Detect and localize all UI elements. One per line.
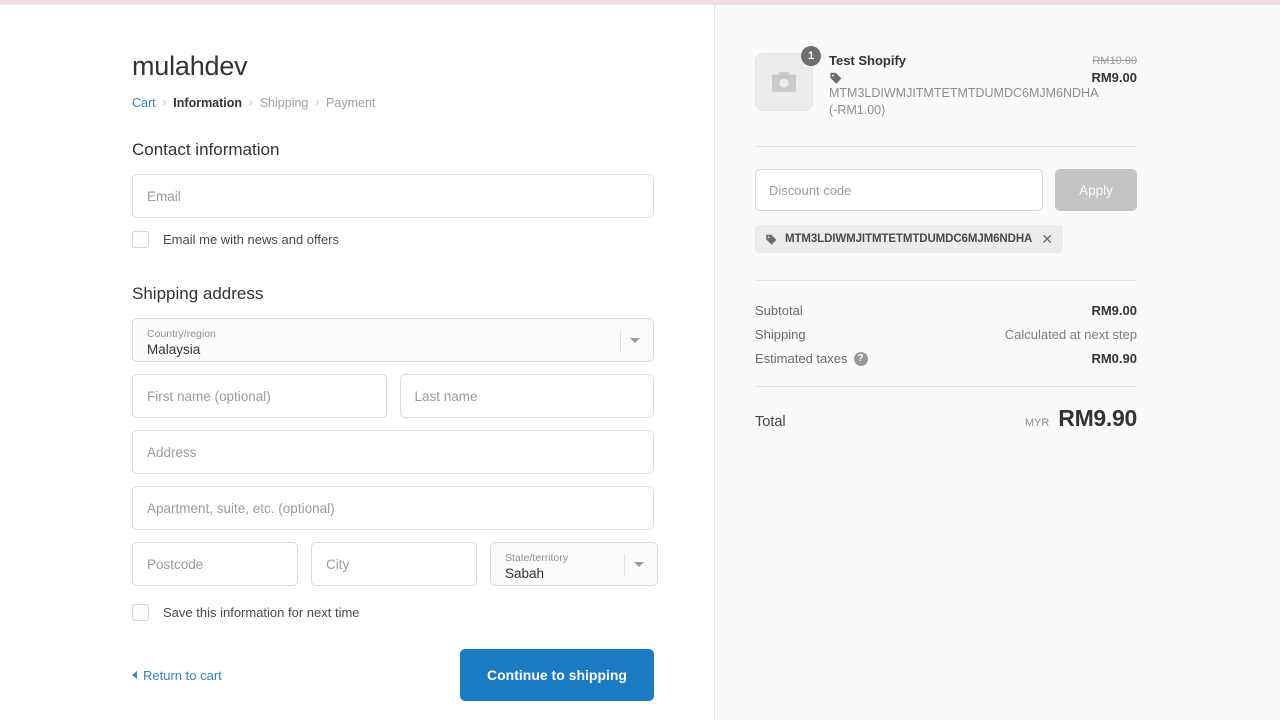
- line-item: 1 Test Shopify MTM3LDIWMJITMTETMTDUMDC6M…: [755, 46, 1137, 119]
- shop-name: mulahdev: [132, 51, 248, 81]
- country-select-label: Country/region: [147, 327, 216, 340]
- taxes-label: Estimated taxes: [755, 351, 848, 366]
- remove-discount-icon[interactable]: ✕: [1041, 232, 1053, 246]
- chevron-right-icon: ›: [162, 96, 167, 109]
- discount-code-placeholder: Discount code: [769, 182, 852, 198]
- state-select-value: Sabah: [505, 565, 545, 581]
- total-label: Total: [755, 414, 786, 430]
- save-info-checkbox[interactable]: [132, 604, 149, 621]
- first-name-field[interactable]: First name (optional): [132, 374, 387, 418]
- country-select[interactable]: Country/region Malaysia: [132, 318, 654, 362]
- taxes-label-wrap: Estimated taxes ?: [755, 351, 868, 366]
- shipping-address-heading: Shipping address: [132, 284, 264, 303]
- apply-discount-button[interactable]: Apply: [1055, 169, 1137, 211]
- country-select-value: Malaysia: [147, 341, 201, 357]
- address-placeholder: Address: [147, 444, 197, 460]
- address-field[interactable]: Address: [132, 430, 654, 474]
- breadcrumb-shipping: Shipping: [259, 96, 309, 110]
- last-name-placeholder: Last name: [414, 388, 478, 404]
- contact-information-heading: Contact information: [132, 140, 280, 159]
- return-to-cart-link[interactable]: Return to cart: [132, 668, 222, 683]
- applied-discount-code: MTM3LDIWMJITMTETMTDUMDC6MJM6NDHA: [785, 233, 1033, 245]
- newsletter-label: Email me with news and offers: [163, 232, 340, 247]
- quantity-badge: 1: [801, 46, 821, 66]
- camera-icon: [772, 72, 796, 92]
- apartment-field[interactable]: Apartment, suite, etc. (optional): [132, 486, 654, 530]
- select-divider: [624, 554, 625, 576]
- line-item-prices: RM10.00 RM9.00: [1081, 53, 1137, 87]
- address-row: Address: [132, 430, 654, 474]
- email-field[interactable]: Email: [132, 174, 654, 218]
- product-variant-discount: MTM3LDIWMJITMTETMTDUMDC6MJM6NDHA (-RM1.0…: [829, 86, 1098, 117]
- product-title: Test Shopify: [829, 53, 907, 68]
- currency-code: MYR: [1024, 417, 1050, 429]
- subtotal-value: RM9.00: [1091, 303, 1137, 318]
- total-amount-wrap: MYR RM9.90: [1025, 405, 1137, 432]
- breadcrumb-information[interactable]: Information: [173, 96, 242, 110]
- postcode-field[interactable]: Postcode: [132, 542, 298, 586]
- totals-divider: [755, 280, 1137, 281]
- subtotal-row: Subtotal RM9.00: [755, 303, 1137, 318]
- original-price: RM10.00: [1092, 55, 1137, 67]
- email-placeholder: Email: [147, 188, 181, 204]
- breadcrumb: Cart › Information › Shipping › Payment: [132, 96, 654, 110]
- discount-tag-icon: [766, 234, 777, 245]
- line-item-info: Test Shopify MTM3LDIWMJITMTETMTDUMDC6MJM…: [829, 53, 1098, 119]
- shipping-row: Shipping Calculated at next step: [755, 327, 1137, 342]
- checkout-main-column: mulahdev Cart › Information › Shipping ›…: [0, 5, 714, 720]
- grand-total-divider: [755, 386, 1137, 387]
- city-field[interactable]: City: [311, 542, 477, 586]
- save-info-label: Save this information for next time: [163, 605, 360, 620]
- breadcrumb-payment: Payment: [326, 96, 376, 110]
- postcode-placeholder: Postcode: [147, 556, 204, 572]
- postcode-city-state-row: Postcode City State/territory Sabah: [132, 542, 658, 586]
- taxes-value: RM0.90: [1091, 351, 1137, 366]
- state-select-label: State/territory: [505, 551, 569, 564]
- discount-row: Discount code Apply: [755, 169, 1137, 211]
- city-placeholder: City: [326, 556, 350, 572]
- save-info-checkbox-row[interactable]: Save this information for next time: [132, 604, 654, 621]
- product-thumbnail-wrap: 1: [755, 46, 821, 111]
- discounted-price: RM9.00: [1091, 70, 1137, 85]
- chevron-right-icon: ›: [315, 96, 320, 109]
- discount-code-input[interactable]: Discount code: [755, 169, 1043, 211]
- help-icon[interactable]: ?: [853, 351, 868, 366]
- breadcrumb-cart[interactable]: Cart: [132, 96, 156, 110]
- last-name-field[interactable]: Last name: [399, 374, 654, 418]
- discount-tag-icon: [830, 72, 842, 84]
- grand-total-row: Total MYR RM9.90: [755, 405, 1137, 432]
- subtotal-label: Subtotal: [755, 303, 803, 318]
- newsletter-checkbox[interactable]: [132, 231, 149, 248]
- chevron-down-icon: [634, 562, 644, 567]
- chevron-right-icon: ›: [249, 96, 253, 109]
- shipping-label: Shipping: [755, 327, 806, 342]
- return-to-cart-label: Return to cart: [143, 667, 222, 683]
- taxes-row: Estimated taxes ? RM0.90: [755, 351, 1137, 366]
- shipping-value: Calculated at next step: [1004, 327, 1137, 342]
- chevron-left-icon: [132, 671, 137, 679]
- first-name-placeholder: First name (optional): [147, 388, 271, 404]
- applied-discount-chip: MTM3LDIWMJITMTETMTDUMDC6MJM6NDHA ✕: [755, 225, 1063, 253]
- chevron-down-icon: [630, 338, 640, 343]
- select-divider: [620, 330, 621, 352]
- apartment-row: Apartment, suite, etc. (optional): [132, 486, 654, 530]
- form-actions: Return to cart Continue to shipping: [132, 649, 654, 701]
- total-value: RM9.90: [1058, 405, 1137, 431]
- order-summary-sidebar: 1 Test Shopify MTM3LDIWMJITMTETMTDUMDC6M…: [714, 5, 1280, 720]
- summary-divider: [755, 146, 1137, 147]
- state-select[interactable]: State/territory Sabah: [490, 542, 658, 586]
- name-row: First name (optional) Last name: [132, 374, 654, 418]
- apartment-placeholder: Apartment, suite, etc. (optional): [147, 500, 335, 516]
- newsletter-checkbox-row[interactable]: Email me with news and offers: [132, 231, 654, 248]
- continue-to-shipping-button[interactable]: Continue to shipping: [460, 649, 654, 701]
